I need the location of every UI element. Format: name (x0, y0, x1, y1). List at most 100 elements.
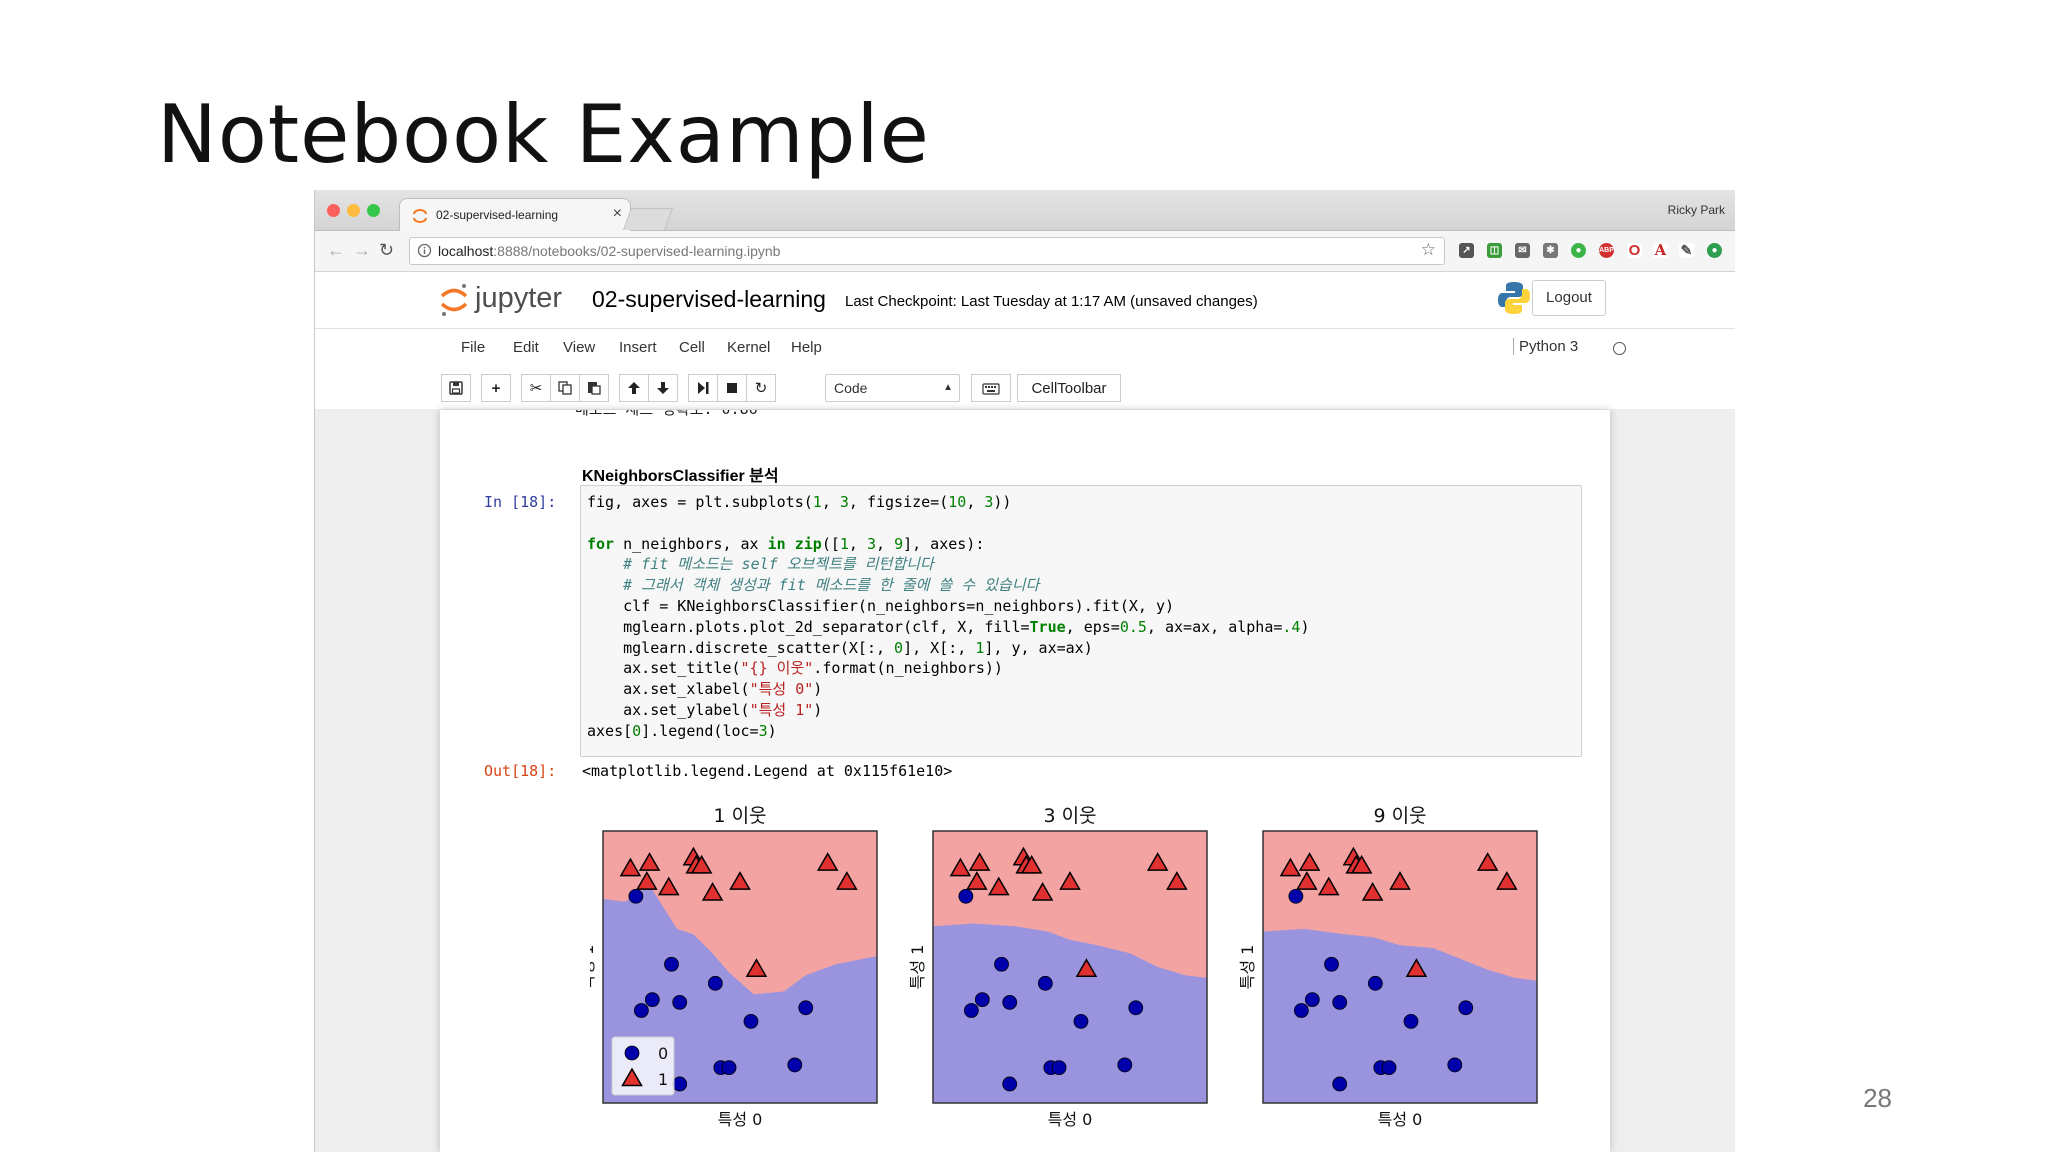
plot-title: 9 이웃 (1373, 805, 1426, 827)
class-0-point (707, 975, 723, 991)
arrow-down-icon (657, 382, 669, 394)
browser-toolbar: ← → ↻ localhost:8888/notebooks/02-superv… (315, 231, 1735, 272)
knn-plot-1: 1 이웃특성 0 특성 1 0 1 (590, 805, 878, 1129)
interrupt-kernel-button[interactable] (717, 374, 747, 402)
checkpoint-status: Last Checkpoint: Last Tuesday at 1:17 AM… (845, 293, 1258, 310)
browser-tab[interactable]: 02-supervised-learning × (399, 198, 631, 232)
cut-button[interactable]: ✂ (521, 374, 551, 402)
code-line: fig, axes = plt.subplots(1, 3, figsize=(… (587, 493, 1012, 511)
celltoolbar-button[interactable]: CellToolbar (1017, 374, 1121, 402)
jupyter-logo-text[interactable]: jupyter (475, 282, 562, 315)
close-window-dot[interactable] (327, 204, 340, 217)
menu-help[interactable]: Help (791, 339, 822, 356)
menu-kernel[interactable]: Kernel (727, 339, 770, 356)
extension-icon[interactable]: ● (1571, 243, 1586, 258)
paste-button[interactable] (579, 374, 609, 402)
class-0-point (1128, 1000, 1144, 1016)
eyedropper-icon[interactable]: ✎ (1679, 243, 1694, 258)
extension-icon[interactable]: ● (1707, 243, 1722, 258)
class-0-point (994, 956, 1009, 972)
new-tab-button[interactable] (622, 208, 674, 230)
move-down-button[interactable] (648, 374, 678, 402)
jupyter-logo-icon (440, 284, 468, 316)
class-0-point (963, 1003, 979, 1018)
extension-icon[interactable]: ✱ (1543, 243, 1558, 258)
class-0-point (1117, 1057, 1133, 1073)
stop-icon (727, 383, 737, 393)
logout-button[interactable]: Logout (1532, 280, 1606, 316)
step-forward-icon (698, 382, 709, 394)
y-axis-label: 특성 1 (908, 945, 927, 990)
code-line: for n_neighbors, ax in zip([1, 3, 9], ax… (587, 534, 985, 553)
plus-icon: + (491, 380, 501, 397)
minimize-window-dot[interactable] (347, 204, 360, 217)
class-0-point (1381, 1060, 1397, 1076)
class-0-point (1051, 1060, 1067, 1076)
menu-view[interactable]: View (563, 339, 595, 356)
font-icon[interactable]: A (1653, 243, 1668, 258)
reload-icon[interactable]: ↻ (379, 240, 394, 261)
tab-close-icon[interactable]: × (613, 205, 622, 223)
menu-edit[interactable]: Edit (513, 339, 539, 356)
menu-file[interactable]: File (461, 339, 485, 356)
x-axis-label: 특성 0 (1378, 1110, 1423, 1129)
opera-icon[interactable]: O (1627, 243, 1642, 258)
class-0-point (672, 994, 688, 1010)
class-0-point (672, 1076, 688, 1092)
code-cell[interactable]: fig, axes = plt.subplots(1, 3, figsize=(… (580, 485, 1582, 757)
back-arrow-icon[interactable]: ← (327, 240, 345, 261)
class-0-point (1073, 1013, 1089, 1029)
code-line: mglearn.plots.plot_2d_separator(clf, X, … (587, 617, 1310, 636)
forward-arrow-icon[interactable]: → (353, 240, 371, 261)
plot-title: 3 이웃 (1043, 805, 1096, 827)
extension-icon[interactable]: ◫ (1487, 243, 1502, 258)
x-axis-label: 특성 0 (718, 1110, 763, 1129)
class-0-point (628, 888, 644, 904)
class-0-point (1324, 956, 1339, 972)
arrow-up-icon (628, 382, 640, 394)
slide-title: Notebook Example (157, 88, 930, 181)
menu-insert[interactable]: Insert (619, 339, 657, 356)
code-line: ax.set_xlabel("특성 0") (587, 680, 823, 699)
save-button[interactable] (441, 374, 471, 402)
browser-window: 02-supervised-learning × Ricky Park ← → … (314, 190, 1735, 1152)
legend-label: 1 (658, 1070, 668, 1089)
insert-cell-button[interactable]: + (481, 374, 511, 402)
bookmark-star-icon[interactable]: ☆ (1421, 240, 1436, 260)
code-line: ax.set_title("{} 이웃".format(n_neighbors)… (587, 659, 1003, 678)
class-0-point (743, 1013, 759, 1029)
code-comment: # fit 메소드는 self 오브젝트를 리턴합니다 (587, 555, 934, 574)
address-bar[interactable]: localhost:8888/notebooks/02-supervised-l… (409, 237, 1445, 265)
browser-user-name[interactable]: Ricky Park (1668, 203, 1725, 217)
notebook-toolbar: + ✂ ↻ Code ▲▼ CellToolbar (315, 368, 1735, 419)
class-0-point (1447, 1057, 1463, 1073)
restart-kernel-button[interactable]: ↻ (746, 374, 776, 402)
notebook-menubar: File Edit View Insert Cell Kernel Help P… (441, 328, 1626, 368)
markdown-heading: KNeighborsClassifier 분석 (582, 468, 779, 485)
cell-type-value: Code (834, 380, 868, 396)
x-axis-label: 특성 0 (1048, 1110, 1093, 1129)
cell-type-select[interactable]: Code ▲▼ (825, 374, 960, 419)
legend-class-0-marker (624, 1045, 640, 1061)
notebook-page: 메모르 제트 정확도: 0.86 KNeighborsClassifier 분석… (440, 410, 1610, 1152)
class-0-point (1293, 1003, 1309, 1018)
code-comment: # 그래서 객체 생성과 fit 메소드를 한 줄에 쓸 수 있습니다 (587, 576, 1040, 595)
notebook-name[interactable]: 02-supervised-learning (592, 286, 826, 313)
command-palette-button[interactable] (971, 374, 1011, 402)
menu-cell[interactable]: Cell (679, 339, 705, 356)
class-0-point (1288, 888, 1304, 904)
mail-icon[interactable]: ✉ (1515, 243, 1530, 258)
code-text[interactable]: fig, axes = plt.subplots(1, 3, figsize=(… (587, 492, 1309, 742)
maximize-window-dot[interactable] (367, 204, 380, 217)
run-cell-button[interactable] (688, 374, 718, 402)
tab-title: 02-supervised-learning (436, 208, 559, 222)
copy-button[interactable] (550, 374, 580, 402)
y-axis-label: 특성 1 (1238, 945, 1257, 990)
code-line: mglearn.discrete_scatter(X[:, 0], X[:, 1… (587, 638, 1093, 657)
knn-plot-2: 3 이웃특성 0 특성 1 (908, 805, 1208, 1129)
extension-icon[interactable]: ↗ (1459, 243, 1474, 258)
kernel-name: Python 3 (1513, 338, 1578, 355)
adblock-icon[interactable]: ABP (1599, 243, 1614, 258)
class-0-point (1304, 992, 1320, 1008)
move-up-button[interactable] (619, 374, 649, 402)
